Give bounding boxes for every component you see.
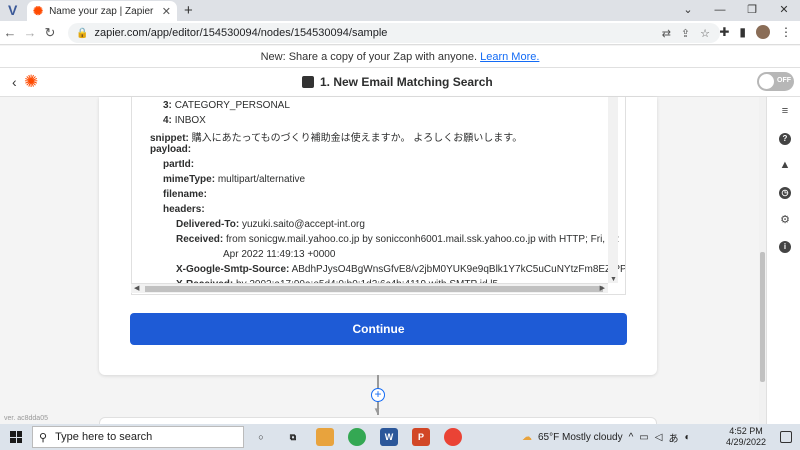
ime-mode-icon[interactable]: ◐ [684,432,690,443]
notifications-icon[interactable] [780,431,792,443]
data-line: Received: from sonicgw.mail.yahoo.co.jp … [176,234,619,245]
close-tab-icon[interactable]: ✕ [162,5,171,18]
data-line: X-Google-Smtp-Source: ABdhPJysO4BgWnsGfv… [176,264,626,275]
toggle-knob [759,74,774,89]
reload-icon[interactable]: ↻ [40,25,60,41]
url-text: zapier.com/app/editor/154530094/nodes/15… [94,27,388,39]
outline-list-icon[interactable]: ≡ [779,105,791,117]
window-controls: ⌄ — ❐ ✕ [672,0,800,21]
chrome-profile-icon[interactable] [444,428,462,446]
browser-tab-strip: V ✺ Name your zap | Zapier ✕ + ⌄ — ❐ ✕ [0,0,800,21]
data-line: Apr 2022 11:49:13 +0000 [223,249,336,260]
share-icon[interactable]: ⇪ [681,27,690,40]
browser-toolbar: ← → ↻ 🔒 zapier.com/app/editor/154530094/… [0,21,800,45]
bookmark-star-icon[interactable]: ☆ [700,27,710,40]
clock-date: 4/29/2022 [726,437,767,447]
data-line: partId: [163,159,195,170]
windows-start-icon[interactable] [10,431,22,443]
gmail-app-icon [302,76,314,88]
info-icon[interactable]: i [779,241,791,253]
settings-gear-icon[interactable]: ⚙ [779,214,791,226]
warning-icon[interactable]: ▲ [779,159,791,171]
clock-time: 4:52 PM [729,426,763,436]
weather-icon[interactable]: ☁ [522,432,532,443]
scroll-down-arrow-icon[interactable]: ▼ [610,276,617,283]
side-panel-icon[interactable]: ▮ [739,25,746,39]
search-icon: ⚲ [39,431,48,444]
taskbar-search-box[interactable]: ⚲ Type here to search [32,426,244,448]
toggle-label: OFF [777,77,791,84]
translate-icon[interactable]: ⇄ [662,27,671,40]
taskbar-apps: ○ ⧉ W P [252,428,462,446]
data-line: filename: [163,189,207,200]
history-clock-icon[interactable]: ◷ [779,187,791,199]
volume-icon[interactable]: ◁ [655,432,663,443]
search-placeholder: Type here to search [55,431,153,443]
learn-more-link[interactable]: Learn More. [480,51,539,63]
menu-kebab-icon[interactable]: ⋮ [780,25,792,39]
data-line: Delivered-To: yuzuki.saito@accept-int.or… [176,219,365,230]
data-line: 4: INBOX [163,115,206,126]
data-line: headers: [163,204,205,215]
announcement-banner: New: Share a copy of your Zap with anyon… [0,46,800,68]
zap-on-off-toggle[interactable]: OFF [757,72,794,91]
new-tab-icon[interactable]: + [184,2,193,19]
zapier-logo-icon[interactable]: ✺ [24,72,38,92]
right-sidebar: ≡ ? ▲ ◷ ⚙ i [766,97,800,424]
help-icon[interactable]: ? [779,133,791,145]
data-line: mimeType: multipart/alternative [163,174,306,185]
zap-header: ‹ ✺ 1. New Email Matching Search OFF [0,68,800,97]
data-panel-vertical-scrollbar[interactable]: ▼ [608,97,618,283]
data-line: payload: [150,144,192,155]
zapier-favicon-icon: ✺ [33,4,44,18]
close-window-icon[interactable]: ✕ [768,0,800,21]
step-title[interactable]: 1. New Email Matching Search [320,75,493,89]
lock-icon[interactable]: 🔒 [76,28,88,39]
extensions-icon[interactable]: ✚ [719,25,729,39]
address-bar[interactable]: 🔒 zapier.com/app/editor/154530094/nodes/… [68,23,720,43]
continue-button[interactable]: Continue [130,313,627,345]
banner-text: New: Share a copy of your Zap with anyon… [260,51,478,63]
data-line: snippet: 購入にあたってものづくり補助金は使えますか。 よろしくお願いし… [150,133,523,144]
tray-overflow-icon[interactable]: ^ [629,432,634,443]
forward-icon[interactable]: → [20,25,40,40]
canvas-scrollbar[interactable] [759,97,766,424]
data-panel-horizontal-scrollbar[interactable]: ◀ ▶ [131,283,608,293]
tab-search-icon[interactable]: ⌄ [672,0,704,21]
file-explorer-icon[interactable] [316,428,334,446]
taskbar-clock[interactable]: 4:52 PM 4/29/2022 [726,426,766,448]
system-tray: ☁ 65°F Mostly cloudy ^ ▭ ◁ あ ◐ [522,430,691,445]
tab-title: Name your zap | Zapier [49,5,154,17]
word-icon[interactable]: W [380,428,398,446]
cortana-icon[interactable]: ○ [252,428,270,446]
scroll-left-arrow-icon[interactable]: ◀ [134,284,139,292]
add-step-icon[interactable]: + [371,388,385,402]
powerpoint-icon[interactable]: P [412,428,430,446]
network-icon[interactable]: ▭ [639,432,648,443]
ime-icon[interactable]: あ [668,430,678,445]
version-label: ver. ac8dda05 [4,415,48,422]
scrollbar-thumb[interactable] [145,286,603,292]
profile-avatar[interactable] [756,25,770,39]
task-view-icon[interactable]: ⧉ [284,428,302,446]
minimize-icon[interactable]: — [704,0,736,21]
browser-tab[interactable]: ✺ Name your zap | Zapier ✕ [27,1,177,21]
back-chevron-icon[interactable]: ‹ [12,74,17,90]
chrome-icon[interactable] [348,428,366,446]
data-line: 3: CATEGORY_PERSONAL [163,100,290,111]
sample-data-panel: 3: CATEGORY_PERSONAL 4: INBOX snippet: 購… [131,97,626,295]
windows-taskbar: ⚲ Type here to search ○ ⧉ W P ☁ 65°F Mos… [0,424,800,450]
back-icon[interactable]: ← [0,25,20,40]
connector-arrow-icon: ▼ [373,406,381,415]
weather-text[interactable]: 65°F Mostly cloudy [538,432,623,443]
canvas-scrollbar-thumb[interactable] [760,252,765,382]
scroll-right-arrow-icon[interactable]: ▶ [600,284,605,292]
restore-icon[interactable]: ❐ [736,0,768,21]
browser-menu-icon[interactable]: V [8,2,17,18]
